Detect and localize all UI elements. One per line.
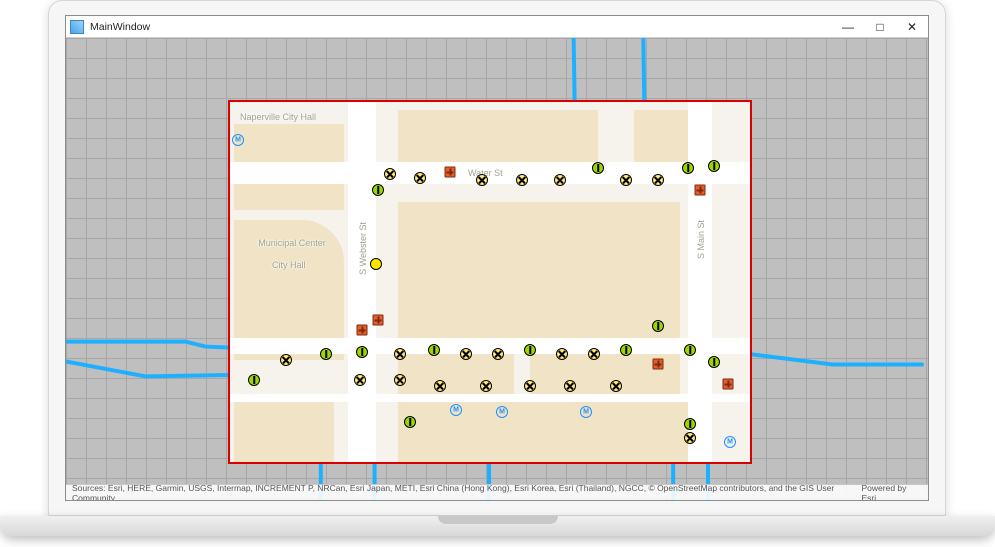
sources-text: Sources: Esri, HERE, Garmin, USGS, Inter…: [72, 483, 862, 501]
junction-icon: [708, 160, 720, 172]
hydrant-icon: [357, 325, 368, 336]
valve-icon: [610, 380, 622, 392]
valve-icon: [516, 174, 528, 186]
window-title: MainWindow: [90, 21, 150, 33]
valve-icon: [524, 380, 536, 392]
junction-icon: [684, 418, 696, 430]
laptop-base: [0, 516, 995, 536]
laptop-frame: MainWindow — □ ✕: [48, 0, 946, 516]
maximize-button[interactable]: □: [864, 16, 896, 37]
hydrant-icon: [373, 315, 384, 326]
valve-icon: [280, 354, 292, 366]
meter-icon: [450, 404, 462, 416]
hydrant-icon: [695, 185, 706, 196]
window-controls: — □ ✕: [832, 16, 928, 37]
app-window: MainWindow — □ ✕: [65, 15, 929, 501]
junction-icon: [684, 344, 696, 356]
valve-icon: [354, 374, 366, 386]
valve-icon: [652, 174, 664, 186]
valve-icon: [588, 348, 600, 360]
fitting-icon: [370, 258, 382, 270]
city-hall-label: Naperville City Hall: [240, 112, 316, 122]
junction-icon: [592, 162, 604, 174]
close-button[interactable]: ✕: [896, 16, 928, 37]
app-icon: [70, 20, 84, 34]
meter-icon: [496, 406, 508, 418]
junction-icon: [428, 344, 440, 356]
titlebar: MainWindow — □ ✕: [66, 16, 928, 38]
valve-icon: [394, 348, 406, 360]
meter-icon: [580, 406, 592, 418]
powered-by-text: Powered by Esri: [862, 483, 923, 501]
map-viewport[interactable]: Naperville City Hall Municipal Center Ci…: [66, 38, 928, 500]
hydrant-icon: [723, 379, 734, 390]
attribution-bar: Sources: Esri, HERE, Garmin, USGS, Inter…: [66, 484, 928, 500]
junction-icon: [404, 416, 416, 428]
valve-icon: [480, 380, 492, 392]
valve-icon: [556, 348, 568, 360]
valve-icon: [434, 380, 446, 392]
valve-icon: [492, 348, 504, 360]
laptop-hinge-notch: [438, 516, 558, 524]
meter-icon: [724, 436, 736, 448]
valve-icon: [414, 172, 426, 184]
minimize-button[interactable]: —: [832, 16, 864, 37]
junction-icon: [652, 320, 664, 332]
junction-icon: [524, 344, 536, 356]
valve-icon: [620, 174, 632, 186]
junction-icon: [248, 374, 260, 386]
valve-icon: [554, 174, 566, 186]
junction-icon: [620, 344, 632, 356]
junction-icon: [708, 356, 720, 368]
meter-icon: [232, 134, 244, 146]
valve-icon: [394, 374, 406, 386]
valve-icon: [684, 432, 696, 444]
junction-icon: [320, 348, 332, 360]
valve-icon: [564, 380, 576, 392]
valve-icon: [476, 174, 488, 186]
map-clip-extent: Naperville City Hall Municipal Center Ci…: [228, 100, 752, 464]
junction-icon: [372, 184, 384, 196]
valve-icon: [460, 348, 472, 360]
hydrant-icon: [445, 167, 456, 178]
junction-icon: [356, 346, 368, 358]
valve-icon: [384, 168, 396, 180]
hydrant-icon: [653, 359, 664, 370]
junction-icon: [682, 162, 694, 174]
